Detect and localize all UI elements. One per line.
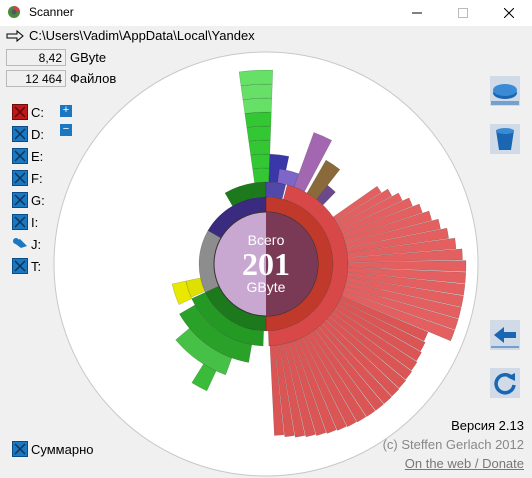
drive-item[interactable]: G: <box>12 191 45 209</box>
sunburst-chart[interactable]: Всего201GByte <box>0 0 532 478</box>
drive-label: G: <box>31 192 45 208</box>
drive-item[interactable]: E: <box>12 147 43 165</box>
zoom-in-button[interactable]: + <box>60 105 72 117</box>
center-total-value: 201 <box>242 246 290 282</box>
drive-item[interactable]: F: <box>12 169 43 187</box>
web-link[interactable]: On the web / Donate <box>405 456 524 471</box>
back-button[interactable] <box>488 318 522 352</box>
drive-icon <box>12 258 28 274</box>
version-text: Версия 2.13 <box>451 418 524 433</box>
drive-label: F: <box>31 170 43 186</box>
drive-item[interactable]: I: <box>12 213 38 231</box>
drive-icon <box>12 148 28 164</box>
outer-green-segment[interactable] <box>246 125 272 142</box>
drive-item[interactable]: T: <box>12 257 41 275</box>
drive-icon <box>12 192 28 208</box>
outer-green-segment[interactable] <box>244 111 272 128</box>
drive-label: E: <box>31 148 44 164</box>
drive-label: J: <box>31 236 42 252</box>
ring2-purple[interactable] <box>265 181 287 200</box>
zoom-out-button[interactable]: − <box>60 124 72 136</box>
network-drive-icon <box>13 238 27 248</box>
outer-green-segment[interactable] <box>248 139 271 156</box>
summary-toggle[interactable]: Суммарно <box>12 441 94 457</box>
drive-item[interactable]: D: <box>12 125 44 143</box>
refresh-icon <box>490 368 520 398</box>
drive-item[interactable]: C: <box>12 103 44 121</box>
disk-icon <box>490 76 520 106</box>
summary-icon <box>12 441 28 457</box>
drive-label: T: <box>31 258 42 274</box>
back-arrow-icon <box>490 320 520 350</box>
outer-green-segment[interactable] <box>252 167 270 184</box>
trash-icon <box>490 124 520 154</box>
drive-label: D: <box>31 126 44 142</box>
drive-icon <box>12 126 28 142</box>
drive-item[interactable]: J: <box>12 235 41 253</box>
drive-button[interactable] <box>488 74 522 108</box>
drive-label: C: <box>31 104 44 120</box>
outer-green-segment[interactable] <box>242 97 273 114</box>
recycle-bin-button[interactable] <box>488 122 522 156</box>
refresh-button[interactable] <box>488 366 522 400</box>
drive-c-icon-selected <box>12 104 28 120</box>
copyright-text: (c) Steffen Gerlach 2012 <box>382 437 524 452</box>
summary-label: Суммарно <box>31 441 94 457</box>
drive-icon <box>12 170 28 186</box>
outer-green-segment[interactable] <box>238 69 274 87</box>
drive-label: I: <box>31 214 39 230</box>
center-unit: GByte <box>247 279 286 295</box>
outer-green-segment[interactable] <box>250 153 271 170</box>
outer-green-segment[interactable] <box>240 83 273 100</box>
drive-icon <box>12 214 28 230</box>
